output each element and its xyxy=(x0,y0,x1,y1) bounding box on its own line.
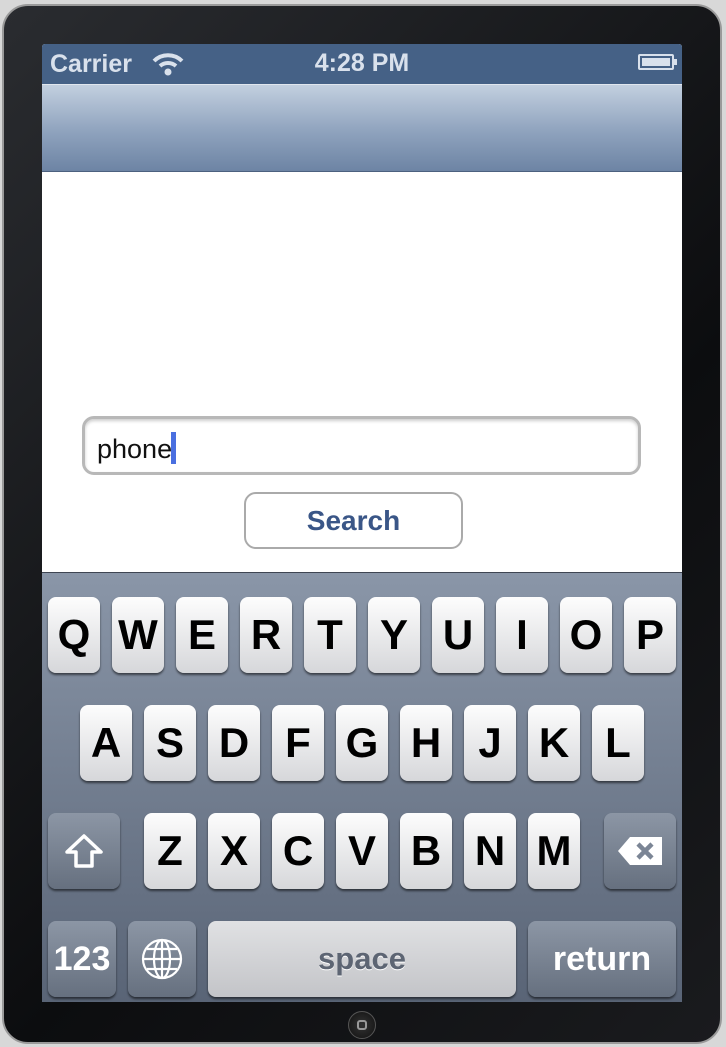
search-input-value: phone xyxy=(97,432,177,465)
shift-icon xyxy=(65,834,103,868)
navigation-bar xyxy=(42,84,682,172)
delete-key[interactable] xyxy=(604,813,676,889)
numbers-key[interactable]: 123 xyxy=(48,921,116,997)
key-m[interactable]: M xyxy=(528,813,580,889)
key-n[interactable]: N xyxy=(464,813,516,889)
key-e[interactable]: E xyxy=(176,597,228,673)
key-l[interactable]: L xyxy=(592,705,644,781)
key-q[interactable]: Q xyxy=(48,597,100,673)
clock: 4:28 PM xyxy=(314,49,410,77)
battery-icon xyxy=(638,54,677,70)
keyboard: Q W E R T Y U I O P A S D F G H J K L Z X C V B N M 123 space return xyxy=(42,572,682,1002)
key-w[interactable]: W xyxy=(112,597,164,673)
home-button[interactable] xyxy=(348,1011,376,1039)
key-b[interactable]: B xyxy=(400,813,452,889)
space-key[interactable]: space xyxy=(208,921,516,997)
key-x[interactable]: X xyxy=(208,813,260,889)
key-h[interactable]: H xyxy=(400,705,452,781)
key-u[interactable]: U xyxy=(432,597,484,673)
status-bar: Carrier 4:28 PM xyxy=(42,44,682,84)
shift-key[interactable] xyxy=(48,813,120,889)
key-s[interactable]: S xyxy=(144,705,196,781)
key-a[interactable]: A xyxy=(80,705,132,781)
key-r[interactable]: R xyxy=(240,597,292,673)
key-j[interactable]: J xyxy=(464,705,516,781)
search-input[interactable]: phone xyxy=(82,416,641,475)
backspace-icon xyxy=(618,837,662,865)
screen: Carrier 4:28 PM phone Search QWERTYUIOP A… xyxy=(42,44,682,1002)
key-v[interactable]: V xyxy=(336,813,388,889)
key-k[interactable]: K xyxy=(528,705,580,781)
search-button[interactable]: Search xyxy=(244,492,463,549)
key-g[interactable]: G xyxy=(336,705,388,781)
key-t[interactable]: T xyxy=(304,597,356,673)
globe-icon xyxy=(141,938,183,980)
key-z[interactable]: Z xyxy=(144,813,196,889)
key-y[interactable]: Y xyxy=(368,597,420,673)
text-caret xyxy=(171,432,177,464)
key-d[interactable]: D xyxy=(208,705,260,781)
key-o[interactable]: O xyxy=(560,597,612,673)
return-key[interactable]: return xyxy=(528,921,676,997)
key-f[interactable]: F xyxy=(272,705,324,781)
key-i[interactable]: I xyxy=(496,597,548,673)
key-p[interactable]: P xyxy=(624,597,676,673)
key-c[interactable]: C xyxy=(272,813,324,889)
globe-key[interactable] xyxy=(128,921,196,997)
